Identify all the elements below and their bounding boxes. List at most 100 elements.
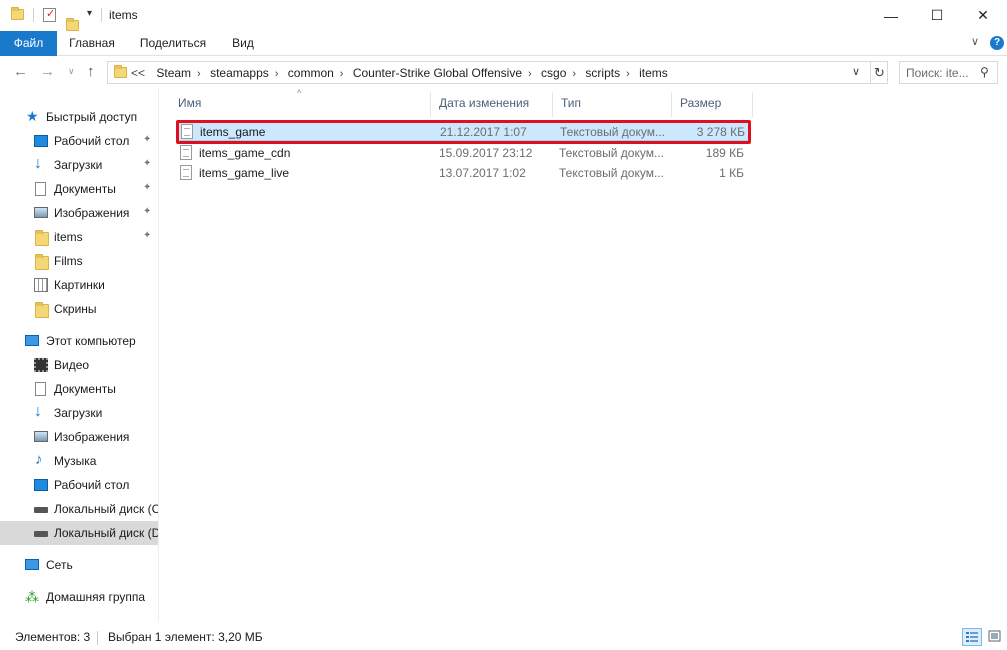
status-bar: Элементов: 3 Выбран 1 элемент: 3,20 МБ	[0, 626, 1007, 650]
breadcrumb-steam[interactable]: Steam	[156, 66, 191, 80]
sidebar-item-pc-documents[interactable]: Документы	[0, 377, 158, 401]
large-icons-view-button[interactable]	[985, 628, 1005, 646]
maximize-button[interactable]: ☐	[914, 0, 960, 31]
sidebar-item-drive-c[interactable]: Локальный диск (C	[0, 497, 158, 521]
minimize-button[interactable]: —	[868, 0, 914, 31]
tab-home[interactable]: Главная	[60, 31, 124, 56]
chevron-right-icon[interactable]: ›	[620, 68, 636, 80]
breadcrumb-items[interactable]: items	[639, 66, 668, 80]
sidebar-item-drive-d[interactable]: Локальный диск (D	[0, 521, 158, 545]
details-view-button[interactable]	[962, 628, 982, 646]
sidebar-item-label: Документы	[54, 182, 116, 196]
sidebar-item-label: Картинки	[54, 278, 105, 292]
sidebar-item-pictures[interactable]: Изображения ✦	[0, 201, 158, 225]
pin-icon[interactable]: ✦	[143, 182, 151, 193]
forward-icon[interactable]: →	[40, 63, 55, 80]
file-list[interactable]: ^ Имя Дата изменения Тип Размер items_ga…	[170, 88, 1007, 622]
folder-icon	[35, 254, 49, 270]
column-header-type[interactable]: Тип	[553, 92, 672, 117]
sidebar-item-this-pc[interactable]: Этот компьютер	[0, 329, 158, 353]
video-icon	[34, 358, 48, 372]
navigation-bar: ← → ∨ ↑ << Steam › steamapps › common › Cou…	[0, 56, 1007, 88]
help-icon[interactable]: ?	[990, 36, 1004, 50]
sidebar-item-label: Films	[54, 254, 83, 268]
address-dropdown-icon[interactable]: ∨	[852, 65, 860, 78]
sidebar-item-skriny[interactable]: Скрины	[0, 297, 158, 321]
navigation-pane[interactable]: ★ Быстрый доступ Рабочий стол ✦ ↓ Загруз…	[0, 88, 158, 622]
item-count: Элементов: 3	[15, 630, 91, 644]
sidebar-item-label: Изображения	[54, 430, 130, 444]
chevron-right-icon[interactable]: ›	[269, 68, 285, 80]
sidebar-item-pc-pictures[interactable]: Изображения	[0, 425, 158, 449]
sidebar-item-pc-desktop[interactable]: Рабочий стол	[0, 473, 158, 497]
file-size: 1 КБ	[719, 166, 744, 180]
breadcrumb-scripts[interactable]: scripts	[585, 66, 620, 80]
documents-icon	[35, 382, 46, 396]
customize-toolbar-icon[interactable]: ▾	[87, 8, 92, 19]
sidebar-item-documents[interactable]: Документы ✦	[0, 177, 158, 201]
sidebar-item-network[interactable]: Сеть	[0, 553, 158, 577]
address-bar[interactable]: << Steam › steamapps › common › Counter-Str…	[107, 61, 888, 84]
divider	[33, 8, 34, 22]
chevron-right-icon[interactable]: ›	[191, 68, 207, 80]
up-icon[interactable]: ↑	[87, 63, 95, 80]
chevron-right-icon[interactable]: ›	[334, 68, 350, 80]
tab-view[interactable]: Вид	[222, 31, 264, 56]
sidebar-item-label: items	[54, 230, 83, 244]
selection-info: Выбран 1 элемент: 3,20 МБ	[108, 630, 263, 644]
close-button[interactable]: ✕	[960, 0, 1006, 31]
breadcrumb-steamapps[interactable]: steamapps	[210, 66, 269, 80]
chevron-right-icon[interactable]: ›	[522, 68, 538, 80]
pin-icon[interactable]: ✦	[143, 158, 151, 169]
breadcrumb-overflow[interactable]: <<	[131, 66, 145, 80]
column-headers: ^ Имя Дата изменения Тип Размер	[170, 88, 753, 117]
folder-icon	[114, 65, 127, 78]
new-folder-icon[interactable]	[66, 18, 79, 31]
search-input[interactable]	[906, 66, 978, 80]
file-row[interactable]: items_game_live 13.07.2017 1:02 Текстовы…	[177, 163, 751, 183]
sidebar-item-kartinki[interactable]: Картинки	[0, 273, 158, 297]
tab-file[interactable]: Файл	[0, 31, 57, 56]
window-title: items	[109, 8, 138, 22]
sidebar-item-quick-access[interactable]: ★ Быстрый доступ	[0, 105, 158, 129]
pin-icon[interactable]: ✦	[143, 134, 151, 145]
title-bar: ✓ ▾ items — ☐ ✕	[0, 0, 1007, 31]
ribbon: Файл Главная Поделиться Вид ∨ ?	[0, 31, 1007, 56]
sidebar-item-homegroup[interactable]: ⁂ Домашняя группа	[0, 585, 158, 609]
breadcrumb-csgo[interactable]: csgo	[541, 66, 566, 80]
network-icon	[25, 559, 39, 570]
sidebar-item-items[interactable]: items ✦	[0, 225, 158, 249]
sidebar-item-video[interactable]: Видео	[0, 353, 158, 377]
divider	[101, 8, 102, 22]
tab-share[interactable]: Поделиться	[132, 31, 214, 56]
sidebar-item-downloads[interactable]: ↓ Загрузки ✦	[0, 153, 158, 177]
refresh-icon[interactable]: ↻	[870, 62, 888, 83]
breadcrumb-common[interactable]: common	[288, 66, 334, 80]
column-header-date[interactable]: Дата изменения	[431, 92, 553, 117]
homegroup-icon: ⁂	[25, 589, 39, 605]
sidebar-item-pc-downloads[interactable]: ↓ Загрузки	[0, 401, 158, 425]
search-icon[interactable]: ⚲	[980, 65, 989, 79]
search-box[interactable]: ⚲	[899, 61, 998, 84]
sidebar-item-films[interactable]: Films	[0, 249, 158, 273]
column-header-name[interactable]: Имя	[170, 92, 431, 117]
pin-icon[interactable]: ✦	[143, 230, 151, 241]
file-type: Текстовый докум...	[559, 146, 664, 160]
text-file-icon	[180, 165, 192, 180]
recent-locations-icon[interactable]: ∨	[68, 66, 75, 77]
back-icon[interactable]: ←	[13, 63, 28, 80]
properties-icon[interactable]: ✓	[43, 8, 56, 22]
sidebar-item-music[interactable]: ♪ Музыка	[0, 449, 158, 473]
file-row[interactable]: items_game_cdn 15.09.2017 23:12 Текстовы…	[177, 143, 751, 163]
breadcrumb-csgo-root[interactable]: Counter-Strike Global Offensive	[353, 66, 522, 80]
pictures-icon	[34, 431, 48, 442]
expand-ribbon-icon[interactable]: ∨	[971, 35, 979, 48]
drive-icon	[34, 531, 48, 537]
column-header-size[interactable]: Размер	[672, 92, 753, 117]
selection-highlight-outline	[176, 120, 751, 144]
sidebar-item-label: Быстрый доступ	[46, 110, 138, 124]
sidebar-item-desktop[interactable]: Рабочий стол ✦	[0, 129, 158, 153]
folder-icon	[35, 230, 49, 246]
chevron-right-icon[interactable]: ›	[566, 68, 582, 80]
pin-icon[interactable]: ✦	[143, 206, 151, 217]
